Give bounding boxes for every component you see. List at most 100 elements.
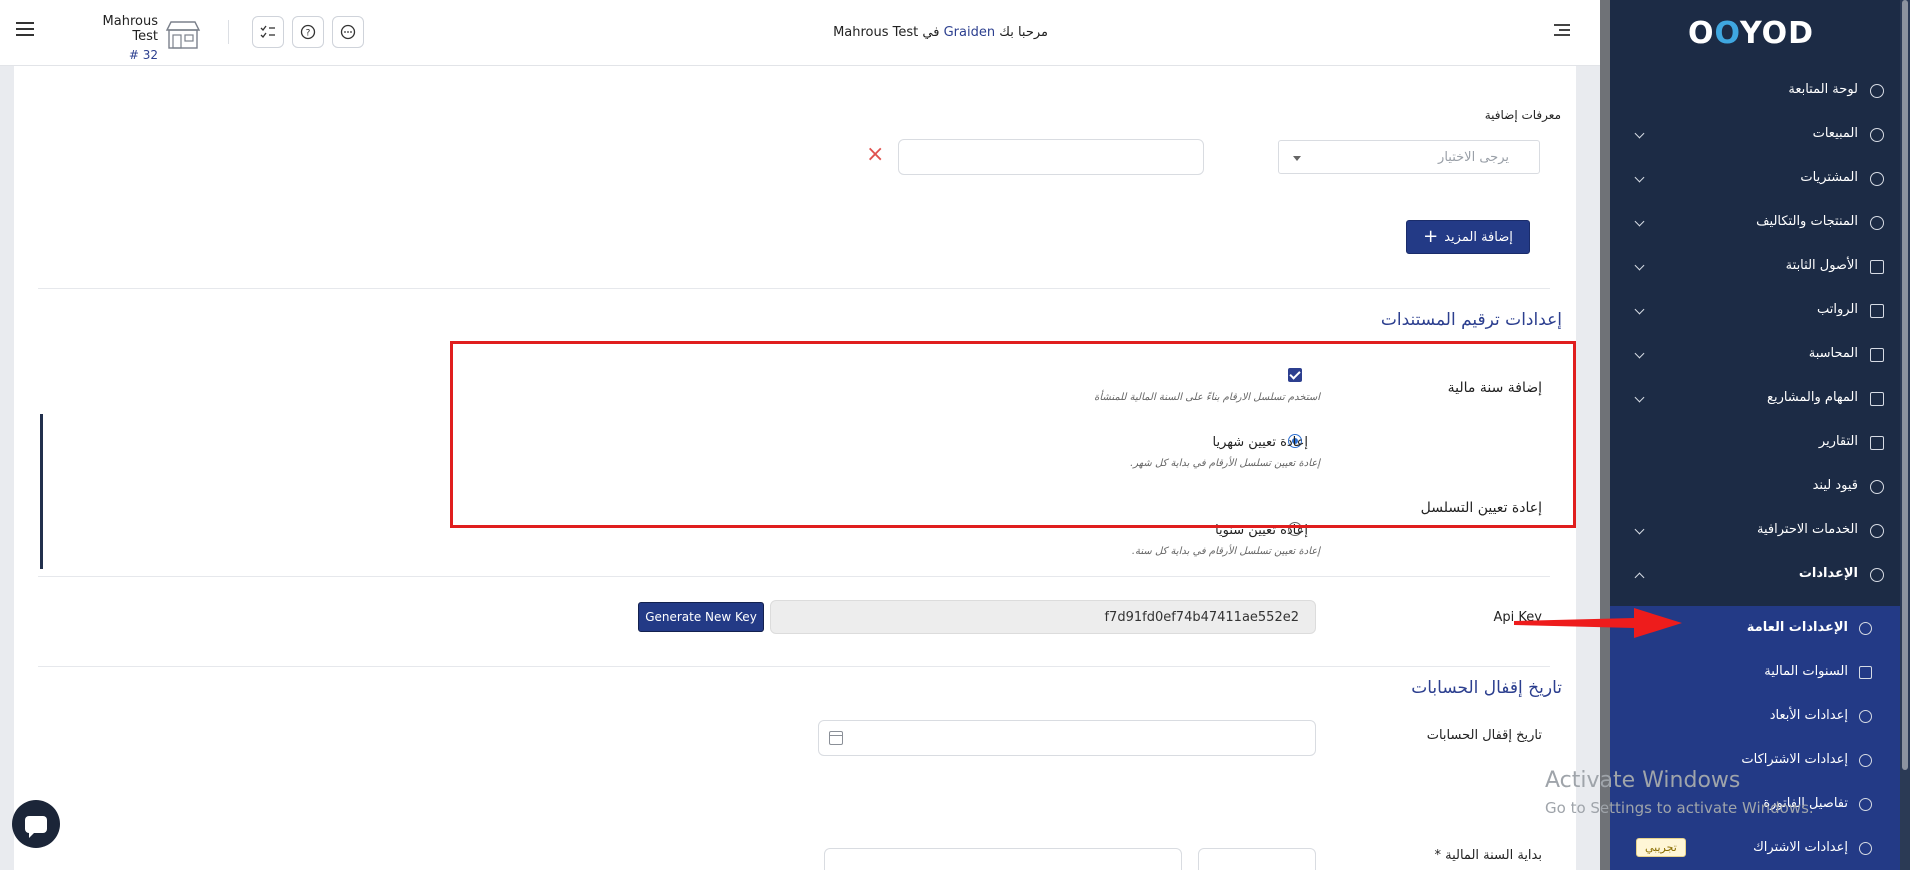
extra-id-select[interactable]: يرجى الاختيار <box>1278 140 1540 174</box>
sidebar-item-dashboard[interactable]: لوحة المتابعة <box>1610 76 1900 106</box>
hamburger-menu-icon[interactable] <box>16 22 34 36</box>
chevron-down-icon <box>1634 392 1645 403</box>
chevron-down-icon <box>1634 172 1645 183</box>
sidebar-item-label: إعدادات الاشتراك <box>1753 840 1848 855</box>
gear-icon <box>1870 568 1884 582</box>
add-more-label: إضافة المزيد <box>1444 229 1513 245</box>
sidebar-item-label: لوحة المتابعة <box>1788 82 1858 97</box>
welcome-company: Mahrous Test <box>833 25 919 40</box>
calendar-icon <box>829 731 843 745</box>
store-name: Mahrous Test <box>102 14 158 44</box>
sidebar-item-fiscal-years[interactable]: السنوات المالية <box>1610 658 1900 688</box>
chevron-down-icon <box>1634 216 1645 227</box>
fiscal-start-month-select[interactable] <box>824 848 1182 870</box>
sidebar-item-label: إعدادات الأبعاد <box>1769 708 1848 723</box>
chevron-down-icon <box>1634 260 1645 271</box>
sidebar-item-dimensions[interactable]: إعدادات الأبعاد <box>1610 702 1900 732</box>
chevron-down-icon <box>1634 348 1645 359</box>
store-info[interactable]: Mahrous Test # 32 <box>74 14 158 62</box>
header-divider <box>228 20 229 44</box>
grid-icon <box>1870 260 1884 274</box>
numbering-section-title: إعدادات ترقيم المستندات <box>1380 310 1562 330</box>
sidebar-item-subscription[interactable]: تجريبي إعدادات الاشتراك <box>1610 834 1900 864</box>
sidebar-item-products[interactable]: المنتجات والتكاليف <box>1610 208 1900 238</box>
sidebar-item-label: المحاسبة <box>1808 346 1858 361</box>
calendar-icon <box>1859 666 1872 679</box>
sidebar-item-label: الإعدادات <box>1798 566 1858 581</box>
closing-section-title: تاريخ إقفال الحسابات <box>1411 678 1562 698</box>
settings-submenu: الإعدادات العامة السنوات المالية إعدادات… <box>1610 606 1900 870</box>
extra-id-value-input[interactable] <box>898 139 1204 175</box>
store-number: # 32 <box>128 48 158 62</box>
sidebar-item-sales[interactable]: المبيعات <box>1610 120 1900 150</box>
chevron-down-icon <box>1634 128 1645 139</box>
gear-icon <box>1859 842 1872 855</box>
generate-key-button[interactable]: Generate New Key <box>638 602 764 632</box>
collapse-menu-icon[interactable] <box>1554 24 1570 38</box>
live-chat-button[interactable] <box>12 800 60 848</box>
tasks-button[interactable] <box>252 16 284 48</box>
fiscal-start-day-select[interactable] <box>1198 848 1316 870</box>
sidebar: OOYOD لوحة المتابعة المبيعات المشتريات ا… <box>1610 0 1900 870</box>
remove-icon[interactable]: × <box>866 142 884 167</box>
sidebar-item-tasks[interactable]: المهام والمشاريع <box>1610 384 1900 414</box>
sidebar-item-label: التقارير <box>1818 434 1858 449</box>
reset-yearly-hint: إعادة تعيين تسلسل الأرقام في بداية كل سن… <box>1131 546 1320 557</box>
scrollbar-thumb[interactable] <box>1902 0 1908 770</box>
sidebar-item-purchases[interactable]: المشتريات <box>1610 164 1900 194</box>
sidebar-item-label: إعدادات الاشتراكات <box>1741 752 1848 767</box>
sidebar-item-payroll[interactable]: الرواتب <box>1610 296 1900 326</box>
api-key-input[interactable]: f7d91fd0ef74b47411ae552e2 <box>770 600 1316 634</box>
svg-text:?: ? <box>306 29 311 39</box>
lend-icon <box>1870 480 1884 494</box>
purchase-icon <box>1870 172 1884 186</box>
sidebar-item-label: الخدمات الاحترافية <box>1757 522 1858 537</box>
help-button[interactable]: ? <box>292 16 324 48</box>
sidebar-item-label: السنوات المالية <box>1764 664 1848 679</box>
sidebar-item-reports[interactable]: التقارير <box>1610 428 1900 458</box>
sidebar-item-accounting[interactable]: المحاسبة <box>1610 340 1900 370</box>
tasks-icon <box>1870 392 1884 406</box>
highlight-box <box>450 341 1576 528</box>
sidebar-item-label: قيود لين‍د <box>1812 478 1858 493</box>
select-placeholder: يرجى الاختيار <box>1438 150 1509 165</box>
chevron-down-icon <box>1634 524 1645 535</box>
report-icon <box>1870 436 1884 450</box>
sidebar-item-label: المهام والمشاريع <box>1767 390 1858 405</box>
sidebar-item-lend[interactable]: قيود لين‍د <box>1610 472 1900 502</box>
welcome-middle: في <box>922 25 940 40</box>
gear-icon <box>1859 798 1872 811</box>
trial-badge: تجريبي <box>1636 838 1686 857</box>
sidebar-item-label: المشتريات <box>1800 170 1858 185</box>
chevron-down-icon <box>1293 156 1301 161</box>
sidebar-item-fixed-assets[interactable]: الأصول الثابتة <box>1610 252 1900 282</box>
top-header: Mahrous Test # 32 ? مرحبا بك Graiden في … <box>0 0 1600 66</box>
messages-button[interactable] <box>332 16 364 48</box>
gear-icon <box>1859 754 1872 767</box>
store-icon[interactable] <box>164 20 202 50</box>
watermark-line2: Go to Settings to activate Windows. <box>1545 799 1814 817</box>
left-accent-bar <box>40 414 43 569</box>
add-more-button[interactable]: إضافة المزيد + <box>1406 220 1530 254</box>
chat-bubble-icon <box>25 815 47 838</box>
closing-date-label: تاريخ إقفال الحسابات <box>1426 728 1542 743</box>
sidebar-scrollbar[interactable] <box>1900 0 1910 870</box>
sidebar-item-label: الأصول الثابتة <box>1785 258 1858 273</box>
activate-windows-watermark: Activate Windows Go to Settings to activ… <box>1545 768 1814 817</box>
watermark-line1: Activate Windows <box>1545 768 1741 793</box>
welcome-text: مرحبا بك Graiden في Mahrous Test <box>833 25 1048 40</box>
sidebar-item-services[interactable]: الخدمات الاحترافية <box>1610 516 1900 546</box>
sidebar-item-settings[interactable]: الإعدادات <box>1610 560 1900 590</box>
fiscal-start-label: بداية السنة المالية * <box>1434 848 1542 863</box>
chevron-up-icon <box>1634 572 1645 583</box>
welcome-brand: Graiden <box>943 25 996 40</box>
services-icon <box>1870 524 1884 538</box>
closing-date-input[interactable] <box>818 720 1316 756</box>
scroll-gutter <box>1600 0 1610 870</box>
sidebar-item-label: المبيعات <box>1812 126 1858 141</box>
dimensions-icon <box>1859 710 1872 723</box>
annotation-arrow-icon <box>1514 608 1682 638</box>
gear-icon <box>1859 622 1872 635</box>
sidebar-item-label: المنتجات والتكاليف <box>1756 214 1858 229</box>
main-content: معرفات إضافية يرجى الاختيار × إضافة المز… <box>14 66 1576 870</box>
